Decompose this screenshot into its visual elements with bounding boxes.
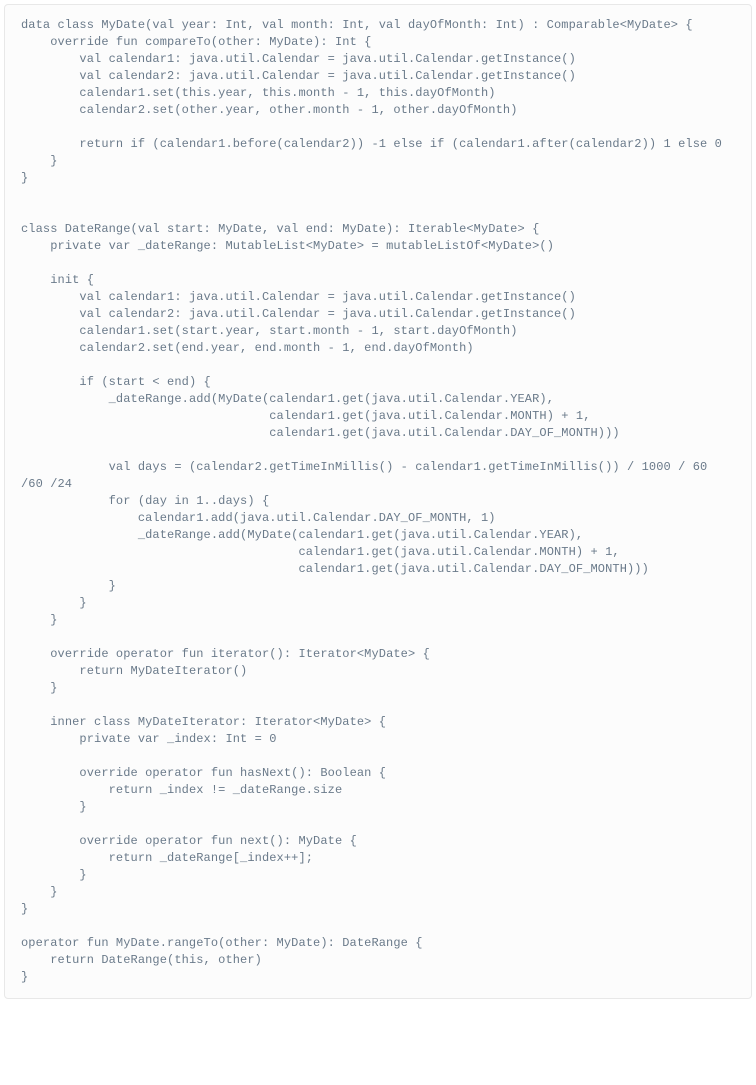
code-block-container: data class MyDate(val year: Int, val mon… xyxy=(4,4,752,999)
code-snippet[interactable]: data class MyDate(val year: Int, val mon… xyxy=(21,17,735,986)
